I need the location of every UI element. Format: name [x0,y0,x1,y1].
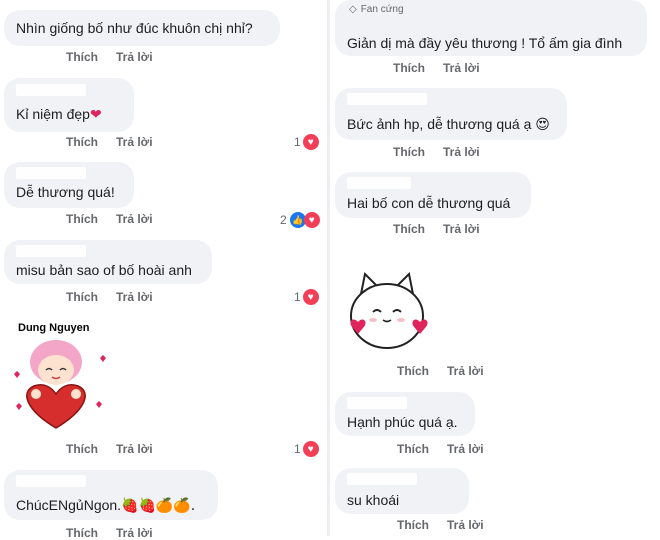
like-action[interactable]: Thích [66,442,98,456]
like-action[interactable]: Thích [393,61,425,75]
reaction-number: 1 [294,290,301,304]
comment-actions: Thích Trả lời [66,50,171,64]
comment-actions: Thích Trả lời [393,145,498,159]
comment-text-body: Bức ảnh hp, dễ thương quá ạ [347,116,532,132]
comment-bubble: Bức ảnh hp, dễ thương quá ạ 😍 [335,88,567,140]
reply-action[interactable]: Trả lời [116,290,153,304]
column-divider [327,0,330,536]
like-action[interactable]: Thích [393,222,425,236]
reply-action[interactable]: Trả lời [447,442,484,456]
reply-action[interactable]: Trả lời [116,135,153,149]
comment-bubble: misu bản sao of bố hoài anh [4,240,212,284]
like-action[interactable]: Thích [393,145,425,159]
comment-actions: Thích Trả lời [66,526,171,540]
comment-bubble: su khoái [335,468,469,514]
reply-action[interactable]: Trả lời [116,212,153,226]
reply-action[interactable]: Trả lời [447,364,484,378]
like-action[interactable]: Thích [66,526,98,540]
comment-bubble: Dễ thương quá! [4,162,134,208]
comment-bubble: Kỉ niệm đẹp❤ [4,78,134,132]
comment-text: su khoái [347,492,400,508]
comment-bubble: Hai bố con dễ thương quá [335,172,531,218]
fruit-emojis: 🍓🍓🍊🍊. [121,498,196,514]
left-comment-column: Nhìn giống bố như đúc khuôn chị nhỉ? Thí… [0,0,326,540]
heart-reaction-icon: ♥ [303,212,320,228]
comment-text: ChúcENgủNgon.🍓🍓🍊🍊. [16,497,195,514]
diamond-icon: ◇ [349,4,357,15]
right-comment-column: ◇ Fan cứng Giản dị mà đầy yêu thương ! T… [331,0,660,536]
fan-badge-label: Fan cứng [360,4,404,15]
comment-text-body: ChúcENgủNgon. [16,497,122,513]
heart-eyes-emoji: 😍 [535,117,550,133]
hidden-author-name [16,84,86,96]
reaction-count[interactable]: 1 ♥ [294,289,319,305]
reply-action[interactable]: Trả lời [116,526,153,540]
hidden-author-name [347,177,411,189]
comment-actions: Thích Trả lời [393,222,498,236]
like-action[interactable]: Thích [66,212,98,226]
heart-reaction-icon: ♥ [302,441,319,457]
comment-actions: Thích Trả lời [66,290,171,304]
reaction-number: 2 [280,213,287,227]
comment-text: Giản dị mà đầy yêu thương ! Tổ ấm gia đì… [347,35,623,51]
reply-action[interactable]: Trả lời [443,61,480,75]
comment-text: Kỉ niệm đẹp❤ [16,106,102,123]
reply-action[interactable]: Trả lời [447,518,484,532]
comment-text: Hai bố con dễ thương quá [347,195,511,211]
comment-text: misu bản sao of bố hoài anh [16,262,192,278]
reaction-count[interactable]: 1 ♥ [294,441,319,457]
comment-text: Nhìn giống bố như đúc khuôn chị nhỉ? [16,20,253,36]
comment-text: Bức ảnh hp, dễ thương quá ạ 😍 [347,116,550,133]
comment-actions: Thích Trả lời [66,135,171,149]
hidden-author-name [16,245,86,257]
girl-heart-sticker [14,340,106,429]
comment-actions: Thích Trả lời [397,364,502,378]
reply-action[interactable]: Trả lời [443,145,480,159]
like-action[interactable]: Thích [397,442,429,456]
reaction-count[interactable]: 1 ♥ [294,134,319,150]
comment-text: Dễ thương quá! [16,184,115,200]
hidden-author-name [347,93,427,105]
comment-actions: Thích Trả lời [393,61,498,75]
like-action[interactable]: Thích [66,50,98,64]
comment-bubble: Nhìn giống bố như đúc khuôn chị nhỉ? [4,10,280,46]
like-action[interactable]: Thích [66,290,98,304]
heart-emoji: ❤ [89,107,102,123]
reaction-count[interactable]: 2 👍 ♥ [280,211,320,229]
hidden-author-name [16,475,86,487]
comment-text: Hạnh phúc quá ạ. [347,414,458,430]
reaction-number: 1 [294,442,301,456]
cat-heart-sticker [350,271,428,349]
comment-actions: Thích Trả lời [397,518,502,532]
reply-action[interactable]: Trả lời [116,442,153,456]
comment-actions: Thích Trả lời [397,442,502,456]
like-action[interactable]: Thích [397,518,429,532]
reaction-number: 1 [294,135,301,149]
comment-actions: Thích Trả lời [66,212,171,226]
comment-actions: Thích Trả lời [66,442,171,456]
reply-action[interactable]: Trả lời [116,50,153,64]
like-action[interactable]: Thích [397,364,429,378]
reply-action[interactable]: Trả lời [443,222,480,236]
comment-author[interactable]: Dung Nguyen [18,322,90,334]
comment-bubble: ◇ Fan cứng Giản dị mà đầy yêu thương ! T… [335,0,647,56]
hidden-author-name [347,473,417,485]
hidden-author-name [16,167,86,179]
like-action[interactable]: Thích [66,135,98,149]
heart-reaction-icon: ♥ [302,289,319,305]
comment-bubble: ChúcENgủNgon.🍓🍓🍊🍊. [4,470,218,520]
comment-text-body: Kỉ niệm đẹp [16,106,90,122]
fan-badge: ◇ Fan cứng [349,4,404,15]
hidden-author-name [347,397,407,409]
heart-reaction-icon: ♥ [302,134,319,150]
comment-bubble: Hạnh phúc quá ạ. [335,392,475,436]
